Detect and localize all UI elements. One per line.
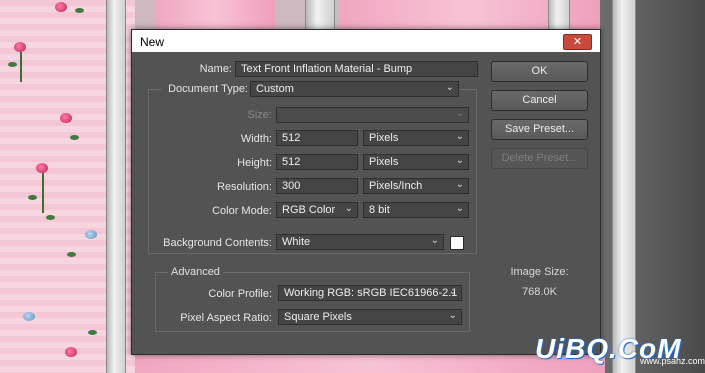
image-size-label: Image Size: <box>510 266 569 278</box>
width-input[interactable]: 512 <box>276 130 358 146</box>
chevron-down-icon: ⌄ <box>455 155 464 166</box>
height-unit-select[interactable]: Pixels ⌄ <box>363 154 469 170</box>
new-document-dialog: New ✕ Name: Text Front Inflation Materia… <box>131 29 601 355</box>
leaf-decoration <box>28 195 37 200</box>
image-size-value: 768.0K <box>522 286 557 298</box>
background-contents-label: Background Contents: <box>163 237 272 249</box>
stem-decoration <box>20 52 22 82</box>
color-profile-label: Color Profile: <box>208 288 272 300</box>
bit-depth-value: 8 bit <box>369 204 390 216</box>
pixel-aspect-ratio-select[interactable]: Square Pixels ⌄ <box>278 309 462 325</box>
leaf-decoration <box>75 8 84 13</box>
site-watermark-url: www.psahz.com <box>640 356 705 366</box>
resolution-unit-value: Pixels/Inch <box>369 180 423 192</box>
rose-decoration <box>60 113 72 123</box>
color-mode-value: RGB Color <box>282 204 336 216</box>
dialog-title: New <box>140 35 165 49</box>
document-type-value: Custom <box>256 83 294 95</box>
chevron-down-icon: ⌄ <box>455 203 464 214</box>
height-label: Height: <box>237 157 272 169</box>
leaf-decoration <box>46 215 55 220</box>
chevron-down-icon: ⌄ <box>448 286 457 297</box>
resolution-label: Resolution: <box>216 181 272 193</box>
size-label: Size: <box>247 109 272 121</box>
close-button[interactable]: ✕ <box>563 34 592 50</box>
chevron-down-icon: ⌄ <box>430 235 439 246</box>
leaf-decoration <box>70 135 79 140</box>
dialog-titlebar[interactable]: New ✕ <box>132 30 600 52</box>
pole-decoration <box>106 0 126 373</box>
chevron-down-icon: ⌄ <box>445 82 454 93</box>
advanced-label: Advanced <box>168 266 223 278</box>
chevron-down-icon: ⌄ <box>455 179 464 190</box>
rose-decoration <box>55 2 67 12</box>
background-contents-value: White <box>282 236 311 248</box>
leaf-decoration <box>67 252 76 257</box>
name-input[interactable]: Text Front Inflation Material - Bump <box>235 61 478 77</box>
chevron-down-icon: ⌄ <box>448 310 457 321</box>
height-input[interactable]: 512 <box>276 154 358 170</box>
save-preset-button[interactable]: Save Preset... <box>491 119 588 140</box>
blue-flower-decoration <box>23 312 35 321</box>
document-type-select[interactable]: Custom ⌄ <box>250 81 459 97</box>
color-profile-select[interactable]: Working RGB: sRGB IEC61966-2.1 ⌄ <box>278 285 462 301</box>
cancel-button[interactable]: Cancel <box>491 90 588 111</box>
pink-strip-decoration <box>155 0 275 30</box>
pole-decoration <box>305 0 335 30</box>
height-unit-value: Pixels <box>369 156 399 168</box>
delete-preset-button: Delete Preset... <box>491 148 588 169</box>
size-select[interactable]: ⌄ <box>276 107 469 123</box>
width-unit-select[interactable]: Pixels ⌄ <box>363 130 469 146</box>
ok-button[interactable]: OK <box>491 61 588 82</box>
pixel-aspect-ratio-value: Square Pixels <box>284 311 352 323</box>
chevron-down-icon: ⌄ <box>455 131 464 142</box>
background-contents-select[interactable]: White ⌄ <box>276 234 444 250</box>
name-label: Name: <box>199 63 232 75</box>
pole-decoration <box>548 0 570 30</box>
width-label: Width: <box>240 133 272 145</box>
resolution-input[interactable]: 300 <box>276 178 358 194</box>
rose-decoration <box>65 347 77 357</box>
chevron-down-icon: ⌄ <box>344 203 353 214</box>
background-color-swatch[interactable] <box>450 236 464 250</box>
pole-decoration <box>612 0 636 373</box>
document-type-label: Document Type: <box>162 83 250 95</box>
rose-decoration <box>14 42 26 52</box>
width-unit-value: Pixels <box>369 132 399 144</box>
rose-decoration <box>36 163 48 173</box>
color-mode-label: Color Mode: <box>212 205 272 217</box>
color-profile-value: Working RGB: sRGB IEC61966-2.1 <box>284 287 458 299</box>
close-icon: ✕ <box>572 36 583 48</box>
chevron-down-icon: ⌄ <box>455 108 464 119</box>
stem-decoration <box>42 173 44 213</box>
bit-depth-select[interactable]: 8 bit ⌄ <box>363 202 469 218</box>
blue-flower-decoration <box>85 230 97 239</box>
resolution-unit-select[interactable]: Pixels/Inch ⌄ <box>363 178 469 194</box>
pixel-aspect-ratio-label: Pixel Aspect Ratio: <box>180 312 272 324</box>
color-mode-select[interactable]: RGB Color ⌄ <box>276 202 358 218</box>
leaf-decoration <box>88 330 97 335</box>
leaf-decoration <box>8 62 17 67</box>
